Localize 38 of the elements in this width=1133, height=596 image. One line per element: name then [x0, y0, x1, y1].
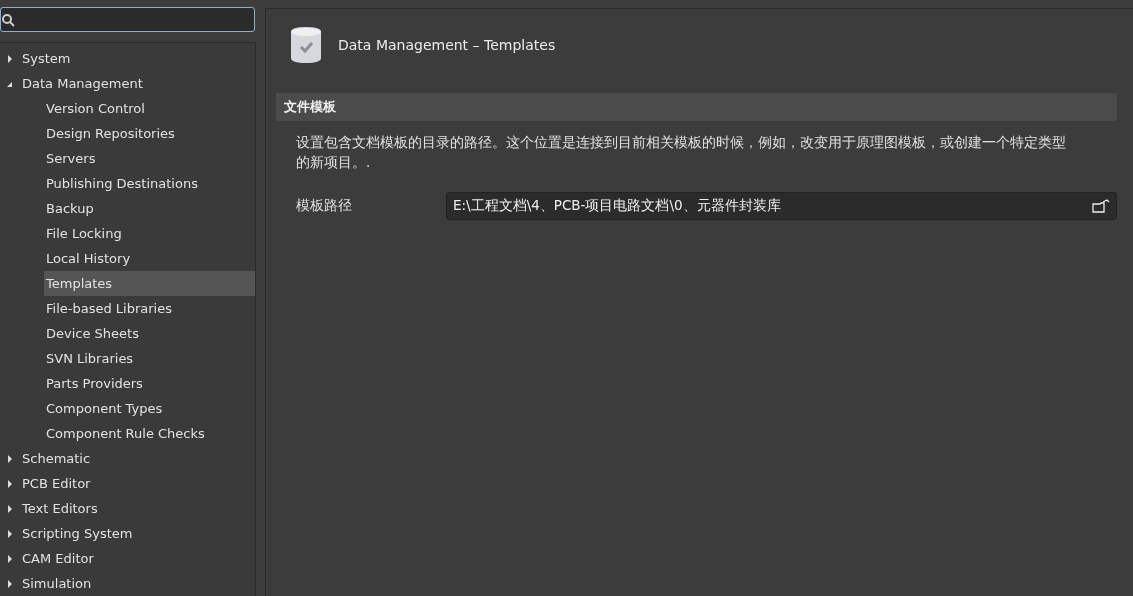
path-label: 模板路径 [296, 197, 353, 215]
tree-item[interactable]: SVN Libraries [44, 346, 255, 371]
database-check-icon [290, 26, 322, 64]
description-text: 设置包含文档模板的目录的路径。这个位置是连接到目前相关模板的时候，例如，改变用于原理图模板，或创建一个特定类型的新项目。. [296, 133, 1067, 172]
tree-item[interactable]: CAM Editor [0, 546, 255, 571]
tree-item[interactable]: Scripting System [0, 521, 255, 546]
search-field[interactable] [0, 7, 255, 32]
caret-right-icon[interactable] [6, 454, 13, 463]
page-title: Data Management – Templates [338, 37, 556, 53]
tree-item[interactable]: Text Editors [0, 496, 255, 521]
caret-right-icon[interactable] [6, 54, 13, 63]
tree-item[interactable]: File-based Libraries [44, 296, 255, 321]
tree-item[interactable]: Design Repositories [44, 121, 255, 146]
tree-item[interactable]: Backup [44, 196, 255, 221]
tree-item[interactable]: File Locking [44, 221, 255, 246]
tree-item[interactable]: System [0, 46, 255, 71]
caret-right-icon[interactable] [6, 579, 13, 588]
tree-item[interactable]: PCB Editor [0, 471, 255, 496]
caret-right-icon[interactable] [6, 504, 13, 513]
tree-item[interactable]: Simulation [0, 571, 255, 596]
tree-item[interactable]: Parts Providers [44, 371, 255, 396]
folder-icon[interactable] [1092, 199, 1110, 213]
section-header: 文件模板 [276, 93, 1117, 121]
path-field[interactable]: E:\工程文档\4、PCB-项目电路文档\0、元器件封装库 [446, 192, 1117, 220]
tree-item[interactable]: Local History [44, 246, 255, 271]
tree-item[interactable]: Device Sheets [44, 321, 255, 346]
caret-right-icon[interactable] [6, 529, 13, 538]
tree-item[interactable]: Component Types [44, 396, 255, 421]
tree-item[interactable]: Data Management [0, 71, 255, 96]
tree-item[interactable]: Version Control [44, 96, 255, 121]
caret-right-icon[interactable] [6, 554, 13, 563]
tree-item[interactable]: Servers [44, 146, 255, 171]
tree-item[interactable]: Templates [44, 271, 255, 296]
tree-item[interactable]: Schematic [0, 446, 255, 471]
caret-right-icon[interactable] [6, 479, 13, 488]
search-icon [1, 12, 15, 27]
tree-item[interactable]: Component Rule Checks [44, 421, 255, 446]
tree-item[interactable]: Publishing Destinations [44, 171, 255, 196]
